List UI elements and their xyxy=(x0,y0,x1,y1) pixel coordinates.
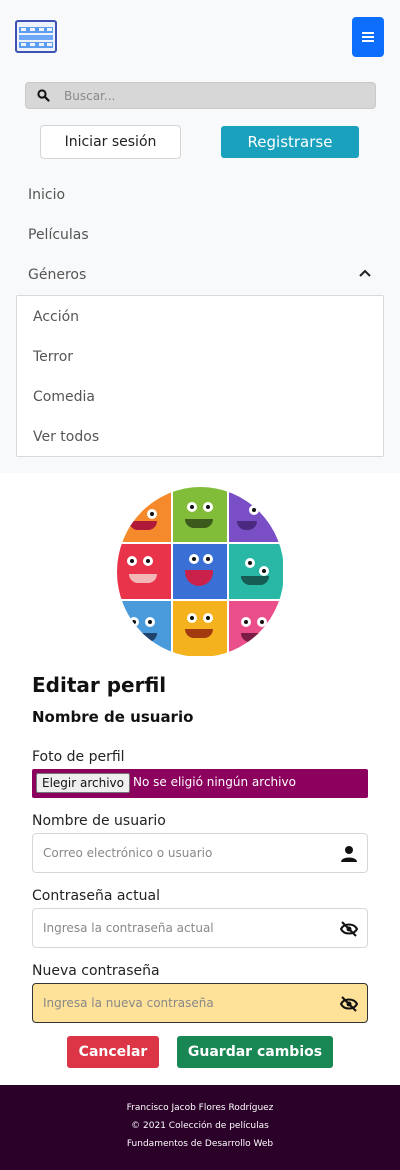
footer-course: Fundamentos de Desarrollo Web xyxy=(126,1139,274,1149)
chevron-up-icon[interactable] xyxy=(358,268,372,278)
profile-avatar xyxy=(117,487,284,657)
hamburger-menu-icon xyxy=(362,32,374,42)
username-label: Nombre de usuario xyxy=(32,813,166,829)
dropdown-item-ver-todos[interactable]: Ver todos xyxy=(33,429,99,445)
genres-dropdown-menu: Acción Terror Comedia Ver todos xyxy=(16,295,384,457)
eye-slash-icon[interactable] xyxy=(340,995,358,1013)
eye-slash-icon[interactable] xyxy=(340,920,358,938)
nav-link-inicio[interactable]: Inicio xyxy=(28,187,65,203)
footer: Francisco Jacob Flores Rodríguez © 2021 … xyxy=(0,1085,400,1170)
user-icon xyxy=(341,846,357,862)
username-heading: Nombre de usuario xyxy=(32,708,194,726)
footer-author: Francisco Jacob Flores Rodríguez xyxy=(126,1103,274,1113)
search-input[interactable] xyxy=(64,86,364,106)
page-title: Editar perfil xyxy=(32,673,167,697)
choose-file-button[interactable]: Elegir archivo xyxy=(36,773,130,793)
save-changes-button[interactable]: Guardar cambios xyxy=(177,1036,333,1068)
cancel-button[interactable]: Cancelar xyxy=(67,1036,159,1068)
register-button[interactable]: Registrarse xyxy=(221,126,359,158)
search-bar xyxy=(25,82,376,109)
search-icon xyxy=(37,89,50,102)
current-password-label: Contraseña actual xyxy=(32,888,160,904)
dropdown-item-accion[interactable]: Acción xyxy=(33,309,79,325)
current-password-input[interactable] xyxy=(43,919,323,937)
new-password-label: Nueva contraseña xyxy=(32,963,160,979)
dropdown-item-terror[interactable]: Terror xyxy=(33,349,73,365)
dropdown-item-comedia[interactable]: Comedia xyxy=(33,389,95,405)
photo-label: Foto de perfil xyxy=(32,749,125,765)
footer-copyright: © 2021 Colección de películas xyxy=(131,1121,269,1131)
film-strip-icon[interactable] xyxy=(15,20,57,53)
login-button[interactable]: Iniciar sesión xyxy=(40,125,181,159)
navbar: Iniciar sesión Registrarse Inicio Pelícu… xyxy=(0,0,400,473)
username-field xyxy=(32,833,368,873)
profile-photo-file-input[interactable]: Elegir archivo No se eligió ningún archi… xyxy=(32,769,368,798)
menu-toggle-button[interactable] xyxy=(352,17,384,57)
nav-link-peliculas[interactable]: Películas xyxy=(28,227,89,243)
file-status-text: No se eligió ningún archivo xyxy=(133,775,296,789)
current-password-field xyxy=(32,908,368,948)
new-password-field xyxy=(32,983,368,1023)
new-password-input[interactable] xyxy=(43,994,323,1012)
username-input[interactable] xyxy=(43,844,323,862)
nav-link-generos[interactable]: Géneros xyxy=(28,267,86,283)
